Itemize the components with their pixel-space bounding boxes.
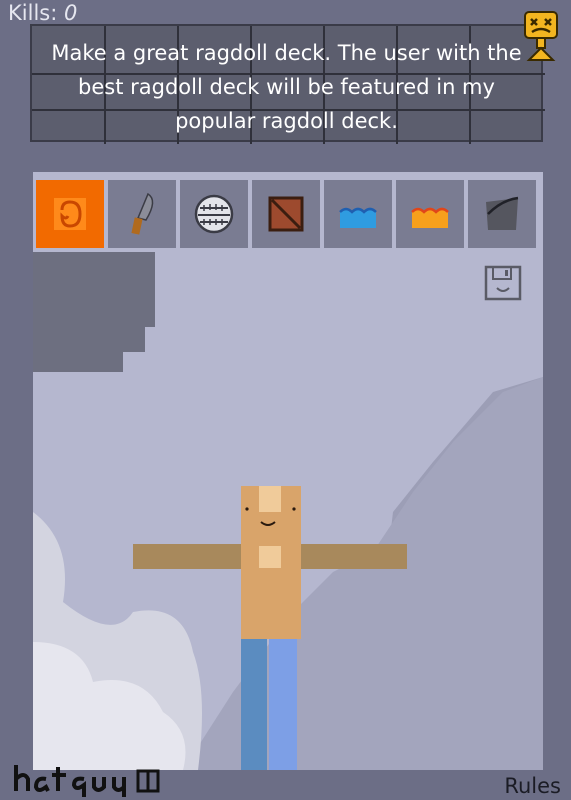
ragdoll[interactable]: [33, 172, 543, 770]
author-signature-logo: [14, 765, 160, 797]
ragdoll-head-highlight: [259, 486, 281, 512]
prompt-text: Make a great ragdoll deck. The user with…: [51, 41, 522, 133]
game-scene[interactable]: [33, 172, 543, 770]
ragdoll-left-eye: [245, 507, 249, 511]
kills-counter: Kills: 0: [8, 1, 77, 25]
ragdoll-right-eye: [292, 507, 296, 511]
ragdoll-right-leg[interactable]: [269, 637, 297, 770]
trophy-icon: [524, 11, 558, 61]
rules-link[interactable]: Rules: [504, 774, 561, 798]
kills-value: 0: [63, 1, 78, 25]
ragdoll-chest-patch: [259, 546, 281, 568]
prompt-banner: Make a great ragdoll deck. The user with…: [30, 24, 545, 144]
kills-label: Kills:: [8, 1, 58, 25]
ragdoll-left-leg[interactable]: [241, 637, 267, 770]
